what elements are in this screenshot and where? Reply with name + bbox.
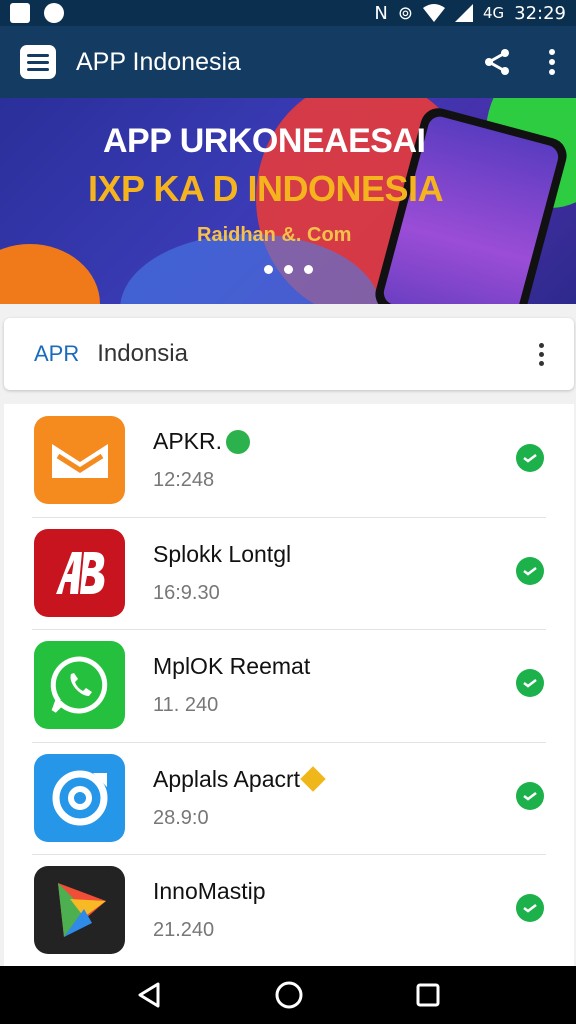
carousel-dot[interactable]: [284, 265, 293, 274]
check-icon[interactable]: [516, 556, 544, 585]
app-title: APP Indonesia: [76, 47, 241, 76]
carousel-indicator[interactable]: [264, 265, 313, 274]
app-bar: APP Indonesia: [0, 26, 576, 98]
ab-logo-icon: [34, 528, 125, 617]
nfc-icon: N: [374, 2, 388, 24]
app-name: MplOK Reemat: [153, 653, 311, 680]
recents-icon[interactable]: [416, 983, 440, 1007]
list-item[interactable]: InnoMastip 21.240: [4, 854, 574, 967]
app-meta: 16:9.30: [153, 581, 220, 604]
list-item[interactable]: Applals Apacrt 28.9:0: [4, 741, 574, 855]
chat-phone-icon: [34, 641, 125, 730]
list-item[interactable]: APKR. 12:248: [4, 404, 574, 517]
app-list: APKR. 12:248 Splokk Lontgl 16:9.30 MplOK…: [4, 404, 574, 966]
list-item[interactable]: Splokk Lontgl 16:9.30: [4, 516, 574, 630]
share-icon[interactable]: [482, 47, 512, 77]
signal-icon: [454, 4, 473, 22]
menu-button[interactable]: [20, 45, 56, 79]
back-icon[interactable]: [136, 981, 162, 1009]
section-title: Indonsia: [97, 340, 188, 367]
app-meta: 28.9:0: [153, 806, 209, 829]
check-icon[interactable]: [516, 444, 544, 472]
app-name: Applals Apacrt: [153, 765, 301, 792]
app-name: APKR.: [153, 428, 223, 455]
section-prefix: APR: [34, 341, 80, 366]
app-name: InnoMastip: [153, 878, 266, 905]
alarm-icon: ⊚: [397, 2, 413, 24]
clock: 32:29: [514, 2, 566, 24]
section-more-icon[interactable]: [539, 342, 544, 366]
banner-headline: APP URKONEAESAI: [103, 122, 426, 160]
gallery-icon: [10, 3, 30, 23]
banner-caption: Raidhan &. Com: [197, 224, 352, 246]
carousel-dot[interactable]: [304, 265, 313, 274]
app-name: Splokk Lontgl: [153, 540, 292, 567]
wifi-icon: [422, 4, 445, 22]
network-label: 4G: [482, 4, 505, 22]
vpn-icon: [44, 3, 64, 23]
section-header: APR Indonsia: [4, 318, 574, 390]
check-icon[interactable]: [516, 781, 544, 810]
status-bar: N ⊚ 4G 32:29: [0, 0, 576, 26]
app-meta: 12:248: [153, 469, 215, 492]
promo-banner[interactable]: APP URKONEAESAI IXP KA D INDONESIA Raidh…: [0, 98, 576, 304]
system-nav-bar: [0, 966, 576, 1024]
carousel-dot[interactable]: [264, 265, 273, 274]
app-meta: 11. 240: [153, 694, 219, 717]
check-icon[interactable]: [516, 669, 544, 697]
more-options-icon[interactable]: [548, 49, 556, 75]
envelope-icon: [34, 416, 125, 505]
banner-subheadline: IXP KA D INDONESIA: [88, 168, 444, 209]
list-item[interactable]: MplOK Reemat 11. 240: [4, 629, 574, 742]
app-meta: 21.240: [153, 919, 215, 942]
target-icon: [34, 753, 125, 842]
verified-badge-icon: [226, 429, 251, 454]
home-icon[interactable]: [274, 980, 304, 1010]
play-triangle-icon: [34, 866, 125, 955]
diamond-badge-icon: [300, 766, 326, 792]
check-icon[interactable]: [516, 894, 544, 922]
